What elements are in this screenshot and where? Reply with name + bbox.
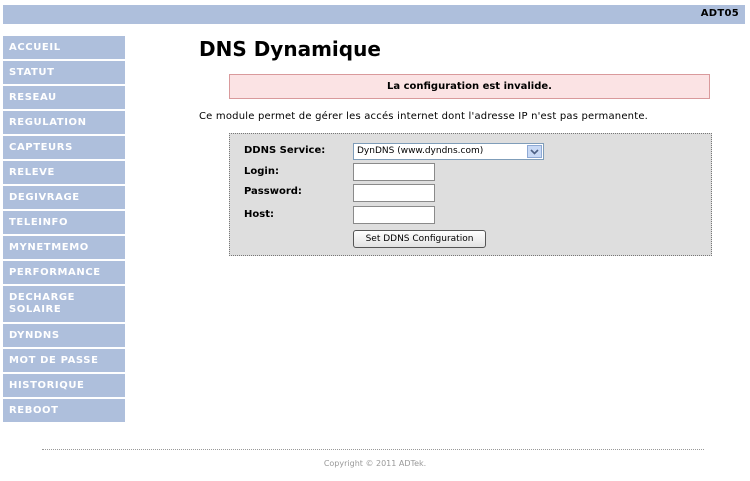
top-bar: ADT05 <box>3 5 745 24</box>
sidebar-item-regulation[interactable]: REGULATION <box>3 111 125 134</box>
sidebar-item-releve[interactable]: RELEVE <box>3 161 125 184</box>
chevron-down-icon[interactable] <box>527 145 542 158</box>
password-label: Password: <box>244 186 302 197</box>
sidebar-item-label: SOLAIRE <box>9 304 62 315</box>
sidebar-item-performance[interactable]: PERFORMANCE <box>3 261 125 284</box>
sidebar-item-mot-de-passe[interactable]: MOT DE PASSE <box>3 349 125 372</box>
sidebar-item-reboot[interactable]: REBOOT <box>3 399 125 422</box>
ddns-service-select[interactable]: DynDNS (www.dyndns.com) <box>353 143 544 160</box>
login-label: Login: <box>244 166 279 177</box>
login-input[interactable] <box>353 163 435 181</box>
host-label: Host: <box>244 209 274 220</box>
sidebar-item-historique[interactable]: HISTORIQUE <box>3 374 125 397</box>
sidebar-item-reseau[interactable]: RESEAU <box>3 86 125 109</box>
host-input[interactable] <box>353 206 435 224</box>
sidebar-item-decharge-solaire[interactable]: DECHARGE SOLAIRE <box>3 286 125 322</box>
sidebar-item-mynetmemo[interactable]: MYNETMEMO <box>3 236 125 259</box>
copyright-text: Copyright © 2011 ADTek. <box>323 459 427 468</box>
sidebar-item-degivrage[interactable]: DEGIVRAGE <box>3 186 125 209</box>
page-title: DNS Dynamique <box>199 37 381 61</box>
sidebar-item-teleinfo[interactable]: TELEINFO <box>3 211 125 234</box>
ddns-service-value: DynDNS (www.dyndns.com) <box>357 146 484 156</box>
sidebar-item-capteurs[interactable]: CAPTEURS <box>3 136 125 159</box>
error-alert: La configuration est invalide. <box>229 74 710 99</box>
ddns-service-label: DDNS Service: <box>244 145 326 156</box>
set-ddns-configuration-button[interactable]: Set DDNS Configuration <box>353 230 486 248</box>
ddns-form: DDNS Service: DynDNS (www.dyndns.com) Lo… <box>229 133 712 256</box>
sidebar-item-statut[interactable]: STATUT <box>3 61 125 84</box>
sidebar-item-label: DECHARGE <box>9 292 76 303</box>
sidebar-item-dyndns[interactable]: DYNDNS <box>3 324 125 347</box>
footer-divider <box>42 449 704 450</box>
device-name: ADT05 <box>700 8 739 19</box>
module-description: Ce module permet de gérer les accés inte… <box>199 111 649 122</box>
sidebar-item-accueil[interactable]: ACCUEIL <box>3 36 125 59</box>
sidebar-nav: ACCUEIL STATUT RESEAU REGULATION CAPTEUR… <box>3 36 125 424</box>
password-input[interactable] <box>353 184 435 202</box>
